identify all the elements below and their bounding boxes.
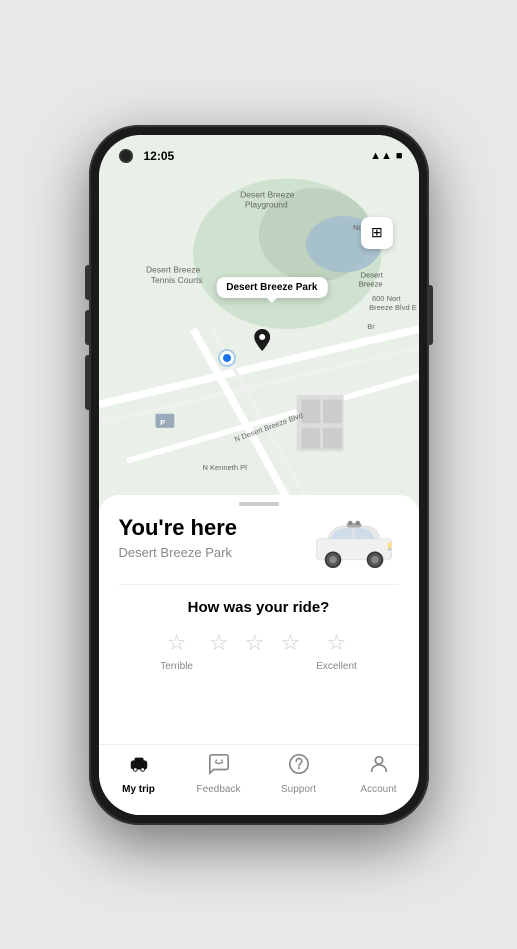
svg-text:600 Nort: 600 Nort <box>371 293 401 302</box>
map-pin <box>254 329 270 357</box>
svg-text:N Kenneth Pl: N Kenneth Pl <box>202 463 247 472</box>
star-item-3: ☆ <box>245 630 265 672</box>
status-icons: ▲▲ ■ <box>370 150 402 162</box>
map-tooltip-text: Desert Breeze Park <box>226 282 317 293</box>
arrival-location: Desert Breeze Park <box>119 545 238 560</box>
volume-down-button <box>85 310 89 345</box>
swipe-indicator <box>239 502 279 506</box>
power-button <box>429 285 433 345</box>
svg-text:Desert Breeze: Desert Breeze <box>146 264 200 274</box>
star-item-2: ☆ <box>209 630 229 672</box>
nav-label-my-trip: My trip <box>122 784 155 795</box>
divider <box>119 584 399 585</box>
support-icon <box>288 753 310 781</box>
svg-text:Desert Breeze: Desert Breeze <box>240 189 294 199</box>
star-3[interactable]: ☆ <box>245 630 265 656</box>
account-icon <box>368 753 390 781</box>
silent-button <box>85 355 89 410</box>
camera-dot <box>119 149 133 163</box>
svg-text:Tennis Courts: Tennis Courts <box>150 274 202 284</box>
status-bar: 12:05 ▲▲ ■ <box>144 149 403 163</box>
svg-text:P: P <box>160 418 165 427</box>
nav-item-my-trip[interactable]: My trip <box>99 753 179 795</box>
star-2[interactable]: ☆ <box>209 630 229 656</box>
rating-question: How was your ride? <box>129 599 389 616</box>
my-trip-icon <box>128 753 150 781</box>
volume-up-button <box>85 265 89 300</box>
star-label-excellent: Excellent <box>316 661 357 672</box>
map-tooltip: Desert Breeze Park <box>216 277 327 298</box>
star-item-4: ☆ <box>280 630 300 672</box>
star-1[interactable]: ☆ <box>167 630 187 656</box>
svg-text:Breeze Blvd E: Breeze Blvd E <box>369 303 417 312</box>
nav-label-support: Support <box>281 784 316 795</box>
star-item-1: ☆ Terrible <box>160 630 193 672</box>
stars-row: ☆ Terrible ☆ ☆ ☆ <box>129 630 389 672</box>
car-illustration <box>309 515 399 570</box>
nav-label-feedback: Feedback <box>197 784 241 795</box>
rating-section: How was your ride? ☆ Terrible ☆ ☆ <box>119 599 399 672</box>
nav-item-support[interactable]: Support <box>259 753 339 795</box>
nav-item-feedback[interactable]: Feedback <box>179 753 259 795</box>
signal-icon: ▲▲ <box>370 150 392 162</box>
star-5[interactable]: ☆ <box>327 630 347 656</box>
bottom-panel: You're here Desert Breeze Park <box>99 495 419 815</box>
svg-text:Desert: Desert <box>360 270 383 279</box>
camera-notch <box>119 149 133 163</box>
arrival-heading: You're here <box>119 515 238 541</box>
arrival-row: You're here Desert Breeze Park <box>119 515 399 570</box>
star-4[interactable]: ☆ <box>280 630 300 656</box>
bottom-nav: My trip Feedback <box>99 744 419 815</box>
svg-text:Breeze: Breeze <box>358 279 382 288</box>
star-item-5: ☆ Excellent <box>316 630 357 672</box>
layers-icon: ⊞ <box>371 224 383 241</box>
feedback-icon <box>208 753 230 781</box>
phone-screen: 12:05 ▲▲ ■ <box>99 135 419 815</box>
battery-icon: ■ <box>396 150 403 162</box>
nav-label-account: Account <box>360 784 396 795</box>
arrival-info: You're here Desert Breeze Park <box>119 515 238 560</box>
time-display: 12:05 <box>144 149 175 163</box>
svg-text:Playground: Playground <box>244 199 287 209</box>
map-layers-button[interactable]: ⊞ <box>361 217 393 249</box>
phone-frame: 12:05 ▲▲ ■ <box>89 125 429 825</box>
svg-text:Br: Br <box>367 322 375 331</box>
map-svg: P Desert Breeze Playground Desert Breeze… <box>99 135 419 509</box>
nav-item-account[interactable]: Account <box>339 753 419 795</box>
star-label-terrible: Terrible <box>160 661 193 672</box>
panel-content: You're here Desert Breeze Park <box>99 495 419 744</box>
map-view[interactable]: P Desert Breeze Playground Desert Breeze… <box>99 135 419 509</box>
